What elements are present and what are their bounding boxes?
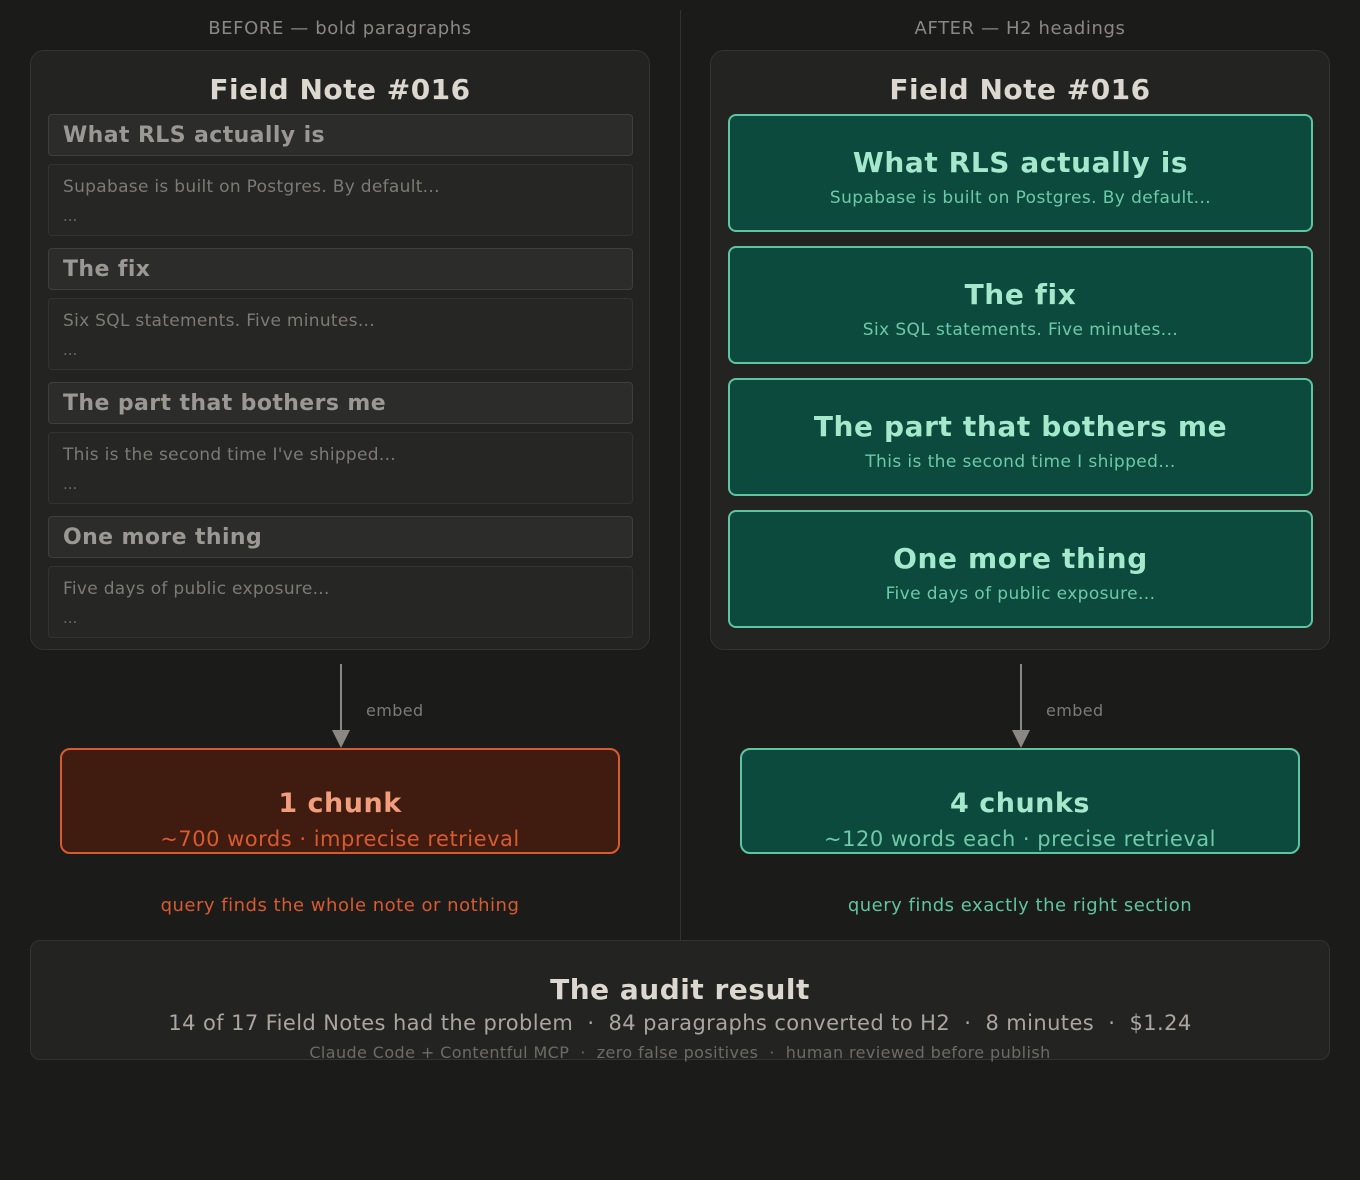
before-bold-heading: What RLS actually is [48,114,633,156]
after-section-heading: The part that bothers me [813,410,1228,443]
after-section-body: Five days of public exposure... [885,584,1156,604]
after-chunk-result: 4 chunks ~120 words each · precise retri… [740,748,1300,854]
after-embed-arrow [1012,664,1030,748]
after-section-heading: What RLS actually is [852,146,1189,179]
before-paragraph-text: Five days of public exposure... [63,579,330,599]
after-h2-section: One more thing Five days of public expos… [728,510,1313,628]
before-heading-text: One more thing [63,525,263,550]
after-h2-section: What RLS actually is Supabase is built o… [728,114,1313,232]
before-paragraph: Six SQL statements. Five minutes... ... [48,298,633,370]
before-paragraph-ellipsis: ... [63,475,78,493]
audit-title: The audit result [550,973,810,1006]
after-chunk-detail: ~120 words each · precise retrieval [824,827,1216,851]
before-paragraph-text: Supabase is built on Postgres. By defaul… [63,177,440,197]
before-heading-text: What RLS actually is [63,123,326,148]
before-paragraph: Five days of public exposure... ... [48,566,633,638]
after-panel: Field Note #016 What RLS actually is Sup… [710,50,1330,650]
after-section-body: This is the second time I shipped... [865,452,1176,472]
column-divider [680,10,681,940]
before-heading-text: The part that bothers me [63,391,387,416]
after-section-body: Six SQL statements. Five minutes... [862,320,1179,340]
after-column-label: AFTER — H2 headings [914,18,1126,39]
after-section-body: Supabase is built on Postgres. By defaul… [829,188,1212,208]
after-query-caption: query finds exactly the right section [847,895,1193,916]
before-paragraph: Supabase is built on Postgres. By defaul… [48,164,633,236]
before-bold-heading: The fix [48,248,633,290]
before-chunk-count: 1 chunk [278,788,402,819]
after-panel-title: Field Note #016 [889,73,1151,106]
audit-footnote: Claude Code + Contentful MCP · zero fals… [309,1043,1051,1062]
before-panel-title: Field Note #016 [209,73,471,106]
before-chunk-result: 1 chunk ~700 words · imprecise retrieval [60,748,620,854]
before-bold-heading: The part that bothers me [48,382,633,424]
after-h2-section: The part that bothers me This is the sec… [728,378,1313,496]
before-query-caption: query finds the whole note or nothing [160,895,520,916]
before-paragraph-ellipsis: ... [63,609,78,627]
before-bold-heading: One more thing [48,516,633,558]
before-paragraph-ellipsis: ... [63,341,78,359]
before-paragraph-ellipsis: ... [63,207,78,225]
before-paragraph: This is the second time I've shipped... … [48,432,633,504]
before-panel: Field Note #016 What RLS actually is Sup… [30,50,650,650]
audit-result-box: The audit result 14 of 17 Field Notes ha… [30,940,1330,1062]
before-column-label: BEFORE — bold paragraphs [208,18,472,39]
diagram-canvas: BEFORE — bold paragraphs AFTER — H2 head… [0,0,1360,1180]
after-chunk-count: 4 chunks [950,788,1090,819]
before-heading-text: The fix [63,257,151,282]
before-chunk-detail: ~700 words · imprecise retrieval [160,827,520,851]
after-embed-label: embed [1046,701,1104,720]
audit-summary: 14 of 17 Field Notes had the problem · 8… [168,1011,1192,1035]
after-h2-section: The fix Six SQL statements. Five minutes… [728,246,1313,364]
before-paragraph-text: Six SQL statements. Five minutes... [63,311,375,331]
after-section-heading: One more thing [893,542,1148,575]
before-embed-arrow [332,664,350,748]
after-section-heading: The fix [964,278,1077,311]
before-embed-label: embed [366,701,424,720]
before-paragraph-text: This is the second time I've shipped... [63,445,396,465]
